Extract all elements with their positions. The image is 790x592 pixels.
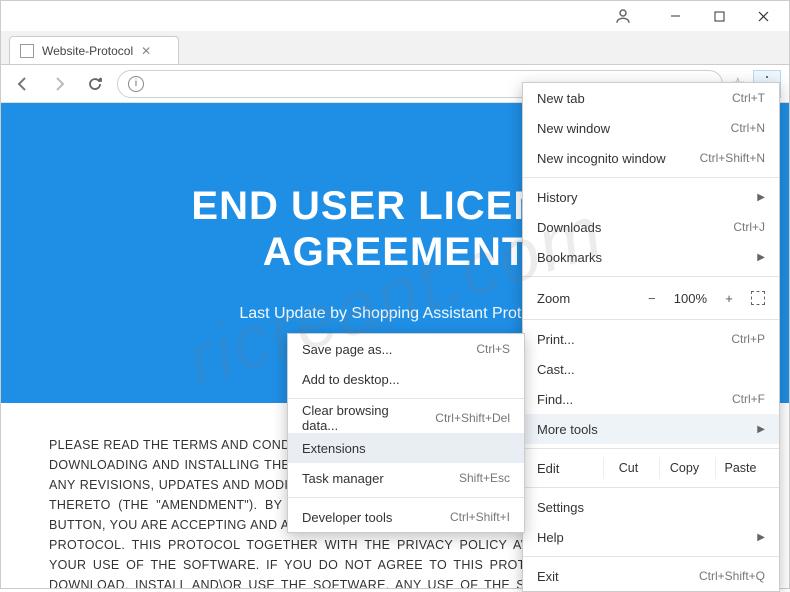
menu-new-tab[interactable]: New tabCtrl+T — [523, 83, 779, 113]
tab-title: Website-Protocol — [42, 44, 133, 58]
menu-cast[interactable]: Cast... — [523, 354, 779, 384]
menu-new-incognito[interactable]: New incognito windowCtrl+Shift+N — [523, 143, 779, 173]
zoom-value: 100% — [674, 291, 707, 306]
menu-bookmarks[interactable]: Bookmarks▶ — [523, 242, 779, 272]
submenu-clear-data[interactable]: Clear browsing data...Ctrl+Shift+Del — [288, 403, 524, 433]
more-tools-submenu: Save page as...Ctrl+S Add to desktop... … — [287, 333, 525, 533]
zoom-in-button[interactable]: + — [719, 291, 739, 306]
window-titlebar — [1, 1, 789, 31]
user-account-icon[interactable] — [601, 2, 645, 30]
main-menu: New tabCtrl+T New windowCtrl+N New incog… — [522, 82, 780, 592]
tab-close-icon[interactable]: ✕ — [141, 44, 151, 58]
menu-settings[interactable]: Settings — [523, 492, 779, 522]
menu-copy[interactable]: Copy — [659, 457, 709, 479]
submenu-extensions[interactable]: Extensions — [288, 433, 524, 463]
menu-cut[interactable]: Cut — [603, 457, 653, 479]
menu-new-window[interactable]: New windowCtrl+N — [523, 113, 779, 143]
browser-tab[interactable]: Website-Protocol ✕ — [9, 36, 179, 64]
submenu-add-desktop[interactable]: Add to desktop... — [288, 364, 524, 394]
submenu-dev-tools[interactable]: Developer toolsCtrl+Shift+I — [288, 502, 524, 532]
menu-downloads[interactable]: DownloadsCtrl+J — [523, 212, 779, 242]
menu-zoom: Zoom − 100% + — [523, 281, 779, 315]
submenu-task-manager[interactable]: Task managerShift+Esc — [288, 463, 524, 493]
menu-exit[interactable]: ExitCtrl+Shift+Q — [523, 561, 779, 591]
reload-button[interactable] — [81, 70, 109, 98]
menu-history[interactable]: History▶ — [523, 182, 779, 212]
tab-strip: Website-Protocol ✕ — [1, 31, 789, 65]
fullscreen-icon[interactable] — [751, 291, 765, 305]
menu-paste[interactable]: Paste — [715, 457, 765, 479]
back-button[interactable] — [9, 70, 37, 98]
close-window-button[interactable] — [741, 2, 785, 30]
forward-button[interactable] — [45, 70, 73, 98]
zoom-out-button[interactable]: − — [642, 291, 662, 306]
hero-subtitle: Last Update by Shopping Assistant Protoc… — [239, 305, 550, 323]
menu-find[interactable]: Find...Ctrl+F — [523, 384, 779, 414]
site-info-icon[interactable]: i — [128, 76, 144, 92]
page-icon — [20, 44, 34, 58]
maximize-button[interactable] — [697, 2, 741, 30]
menu-print[interactable]: Print...Ctrl+P — [523, 324, 779, 354]
menu-edit-row: Edit Cut Copy Paste — [523, 453, 779, 483]
submenu-save-page[interactable]: Save page as...Ctrl+S — [288, 334, 524, 364]
minimize-button[interactable] — [653, 2, 697, 30]
new-tab-button[interactable] — [185, 42, 207, 64]
menu-help[interactable]: Help▶ — [523, 522, 779, 552]
menu-more-tools[interactable]: More tools▶ — [523, 414, 779, 444]
